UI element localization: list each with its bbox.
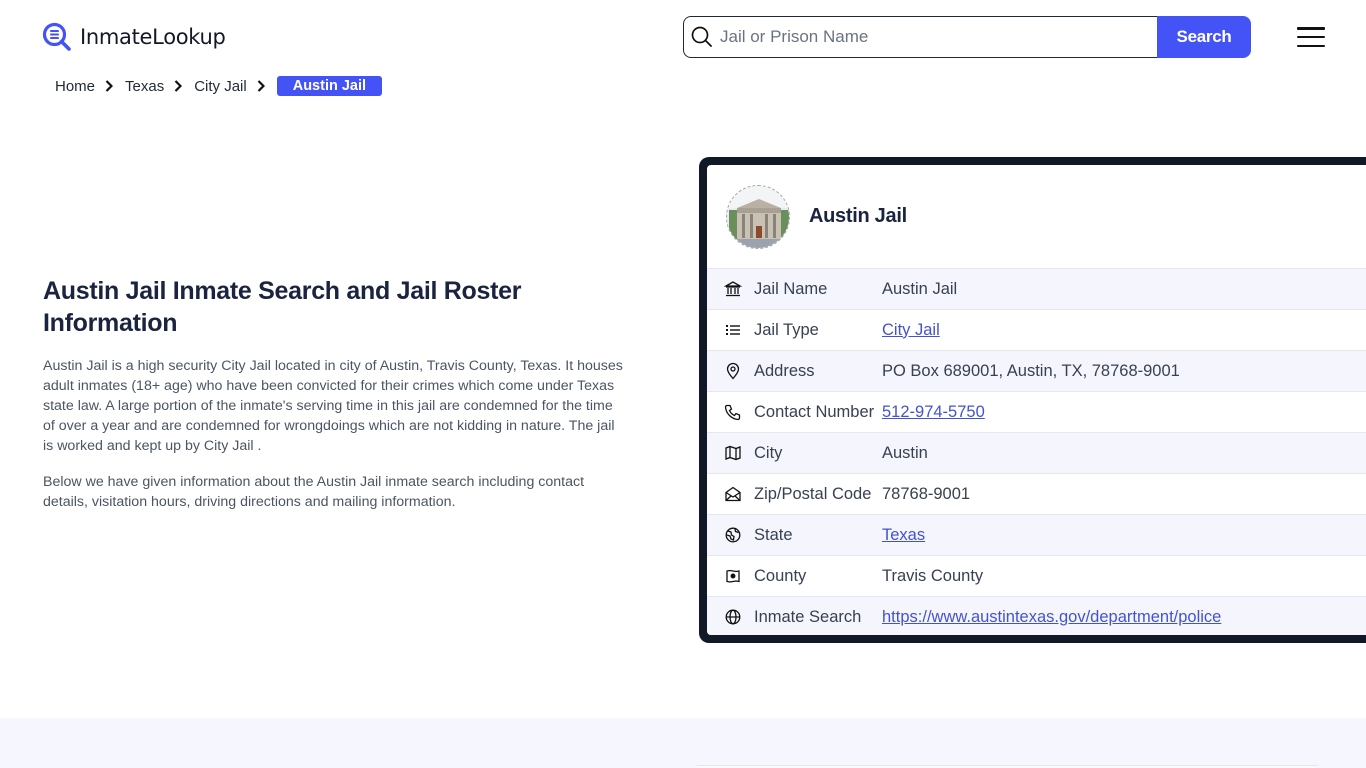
breadcrumb-type[interactable]: City Jail xyxy=(194,78,247,95)
row-label: County xyxy=(754,566,807,585)
card-title: Austin Jail xyxy=(809,205,907,227)
logo-link[interactable]: InmateLookup xyxy=(42,22,226,52)
row-label: Address xyxy=(754,361,815,380)
card-header: Austin Jail xyxy=(707,165,1366,268)
info-row-jail-name: Jail Name Austin Jail xyxy=(707,268,1366,309)
row-label: City xyxy=(754,443,783,462)
row-label: Inmate Search xyxy=(754,607,862,626)
intro-paragraph: Below we have given information about th… xyxy=(43,474,585,510)
row-label: Zip/Postal Code xyxy=(754,484,872,503)
inmate-search-link[interactable]: https://www.austintexas.gov/department/p… xyxy=(882,608,1221,626)
info-row-address: Address PO Box 689001, Austin, TX, 78768… xyxy=(707,350,1366,391)
info-row-zip: Zip/Postal Code 78768-9001 xyxy=(707,473,1366,514)
breadcrumb-home[interactable]: Home xyxy=(55,78,95,95)
row-label: State xyxy=(754,525,793,544)
logo-text: InmateLookup xyxy=(80,25,226,49)
info-row-contact: Contact Number 512-974-5750 xyxy=(707,391,1366,432)
hamburger-menu-icon[interactable] xyxy=(1297,26,1325,48)
info-row-inmate-search: Inmate Search https://www.austintexas.go… xyxy=(707,596,1366,635)
row-label: Jail Type xyxy=(754,320,819,339)
breadcrumb: Home Texas City Jail Austin Jail xyxy=(55,76,383,96)
chevron-right-icon xyxy=(174,80,183,92)
phone-icon xyxy=(724,404,741,421)
row-value: Travis County xyxy=(882,566,984,585)
globe-region-icon xyxy=(725,527,741,543)
row-value: PO Box 689001, Austin, TX, 78768-9001 xyxy=(882,361,1180,380)
list-icon xyxy=(726,325,740,335)
intro-section: Austin Jail Inmate Search and Jail Roste… xyxy=(43,275,623,528)
jail-info-card: Austin Jail Jail Name Austin Jail Jail T… xyxy=(699,157,1366,643)
menu-line xyxy=(1297,35,1325,39)
next-section-band xyxy=(0,718,1366,768)
info-row-state: State Texas xyxy=(707,514,1366,555)
search-button[interactable]: Search xyxy=(1157,16,1251,58)
info-rows: Jail Name Austin Jail Jail Type City Jai… xyxy=(707,268,1366,635)
search-input[interactable] xyxy=(720,27,1157,47)
globe-icon xyxy=(725,609,741,625)
search-field[interactable] xyxy=(683,16,1157,58)
chevron-right-icon xyxy=(257,80,265,92)
breadcrumb-current: Austin Jail xyxy=(276,76,383,96)
building-columns-icon xyxy=(724,281,742,297)
row-value: Austin xyxy=(882,443,928,462)
menu-line xyxy=(1297,44,1325,47)
state-link[interactable]: Texas xyxy=(882,526,925,544)
info-row-county: County Travis County xyxy=(707,555,1366,596)
info-row-jail-type: Jail Type City Jail xyxy=(707,309,1366,350)
chevron-right-icon xyxy=(105,80,114,92)
mail-open-icon xyxy=(725,486,741,502)
jail-type-link[interactable]: City Jail xyxy=(882,321,940,339)
row-value: 78768-9001 xyxy=(882,484,971,503)
row-label: Contact Number xyxy=(754,402,875,421)
row-label: Jail Name xyxy=(754,279,828,298)
intro-paragraph: Austin Jail is a high security City Jail… xyxy=(43,358,623,454)
page-title: Austin Jail Inmate Search and Jail Roste… xyxy=(43,277,522,337)
menu-line xyxy=(1297,27,1325,30)
search-form: Search xyxy=(683,16,1251,58)
jail-photo xyxy=(726,184,790,249)
map-pin-icon xyxy=(726,362,740,380)
breadcrumb-state[interactable]: Texas xyxy=(125,78,164,95)
info-row-city: City Austin xyxy=(707,432,1366,473)
map-marker-square-icon xyxy=(726,569,740,583)
logo-icon xyxy=(42,22,71,51)
map-icon xyxy=(725,445,741,461)
phone-link[interactable]: 512-974-5750 xyxy=(882,403,985,421)
search-icon xyxy=(691,26,712,47)
row-value: Austin Jail xyxy=(882,279,958,298)
